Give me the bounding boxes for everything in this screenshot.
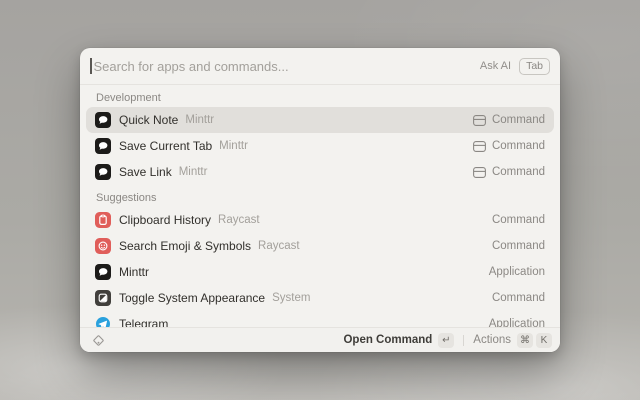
telegram-icon [95,316,111,327]
minttr-icon [95,112,111,128]
minttr-icon [95,138,111,154]
item-type-label: Command [492,114,545,126]
window-icon [473,115,486,126]
list-item[interactable]: Search Emoji & Symbols Raycast Command [86,233,554,259]
section-header: Development [96,89,544,107]
list-item[interactable]: Save Current Tab Minttr Command [86,133,554,159]
list-item[interactable]: Telegram Application [86,311,554,327]
item-title: Telegram [119,317,168,327]
launcher-window: Search for apps and commands... Ask AI T… [80,48,560,352]
minttr-icon [95,264,111,280]
item-subtitle: Raycast [218,214,260,226]
item-type-label: Command [492,140,545,152]
item-title: Save Current Tab [119,139,212,153]
item-title: Quick Note [119,113,178,127]
item-title: Search Emoji & Symbols [119,239,251,253]
item-title: Toggle System Appearance [119,291,265,305]
list-item[interactable]: Minttr Application [86,259,554,285]
item-type-label: Command [492,166,545,178]
list-item[interactable]: Clipboard History Raycast Command [86,207,554,233]
list-item[interactable]: Toggle System Appearance System Command [86,285,554,311]
item-type-label: Command [492,292,545,304]
ask-ai-label[interactable]: Ask AI [480,60,511,72]
search-bar[interactable]: Search for apps and commands... Ask AI T… [80,48,560,85]
actions-button[interactable]: Actions [473,334,511,346]
results-list: DevelopmentQuick NoteMinttrCommandSave C… [80,85,560,327]
clipboard-icon [95,212,111,228]
item-type-label: Command [492,214,545,226]
item-subtitle: Minttr [185,114,214,126]
emoji-icon [95,238,111,254]
footer-bar: Open Command ↵ Actions ⌘ K [80,327,560,352]
list-item[interactable]: Save Link Minttr Command [86,159,554,185]
item-title: Minttr [119,265,149,279]
text-cursor [90,58,92,74]
item-type-label: Application [489,266,545,278]
item-subtitle: Raycast [258,240,300,252]
window-icon [473,167,486,178]
list-item[interactable]: Quick Note Minttr Command [86,107,554,133]
item-subtitle: Minttr [219,140,248,152]
open-command-button[interactable]: Open Command [343,334,432,346]
appearance-icon [95,290,111,306]
k-key-badge: K [536,333,552,348]
cmd-key-badge: ⌘ [517,333,533,348]
footer-divider [463,335,464,346]
minttr-icon [95,164,111,180]
item-title: Save Link [119,165,172,179]
raycast-logo-icon [92,334,105,347]
item-title: Clipboard History [119,213,211,227]
item-type-label: Application [489,318,545,327]
search-input[interactable]: Search for apps and commands... [94,59,480,74]
window-icon [473,141,486,152]
item-subtitle: Minttr [179,166,208,178]
item-subtitle: System [272,292,310,304]
section-header: Suggestions [96,189,544,207]
item-type-label: Command [492,240,545,252]
return-key-badge: ↵ [438,333,454,348]
tab-key-badge: Tab [519,58,550,75]
